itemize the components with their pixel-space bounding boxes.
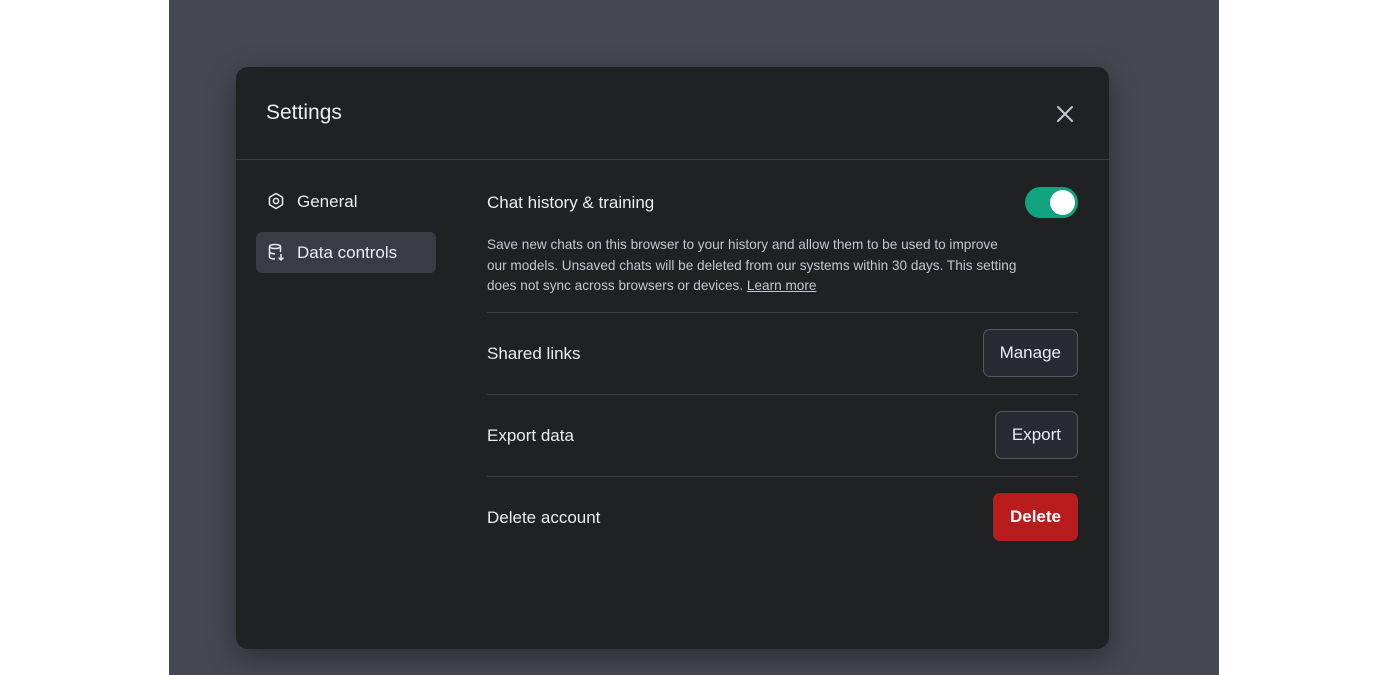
- export-data-section: Export data Export: [487, 395, 1078, 477]
- delete-account-button[interactable]: Delete: [992, 493, 1078, 541]
- toggle-knob: [1050, 190, 1075, 215]
- export-data-label: Export data: [487, 426, 574, 445]
- manage-shared-links-button[interactable]: Manage: [982, 329, 1078, 377]
- shared-links-section: Shared links Manage: [487, 313, 1078, 395]
- delete-account-label: Delete account: [487, 508, 601, 527]
- chat-history-toggle[interactable]: [1025, 187, 1078, 218]
- gear-icon: [268, 192, 284, 210]
- sidebar-item-label: Data controls: [297, 243, 398, 262]
- chat-history-section: Chat history & training Save new chats o…: [487, 181, 1078, 313]
- delete-account-section: Delete account Delete: [487, 477, 1078, 558]
- sidebar-item-data-controls[interactable]: Data controls: [256, 232, 436, 273]
- chat-history-description: Save new chats on this browser to your h…: [487, 235, 1017, 297]
- close-icon: [1057, 106, 1073, 122]
- modal-title: Settings: [266, 101, 342, 124]
- chat-history-label: Chat history & training: [487, 193, 655, 212]
- learn-more-link[interactable]: Learn more: [747, 278, 817, 293]
- sidebar-item-general[interactable]: General: [256, 181, 436, 222]
- settings-sidebar: General Data controls: [256, 181, 436, 283]
- modal-header: Settings: [236, 67, 1109, 160]
- database-icon: [268, 243, 284, 261]
- export-data-button[interactable]: Export: [994, 411, 1078, 459]
- shared-links-label: Shared links: [487, 344, 581, 363]
- data-controls-panel: Chat history & training Save new chats o…: [487, 181, 1078, 558]
- settings-modal: Settings General Data controls Chat hist…: [236, 67, 1109, 649]
- close-button[interactable]: [1052, 101, 1078, 127]
- sidebar-item-label: General: [297, 192, 358, 211]
